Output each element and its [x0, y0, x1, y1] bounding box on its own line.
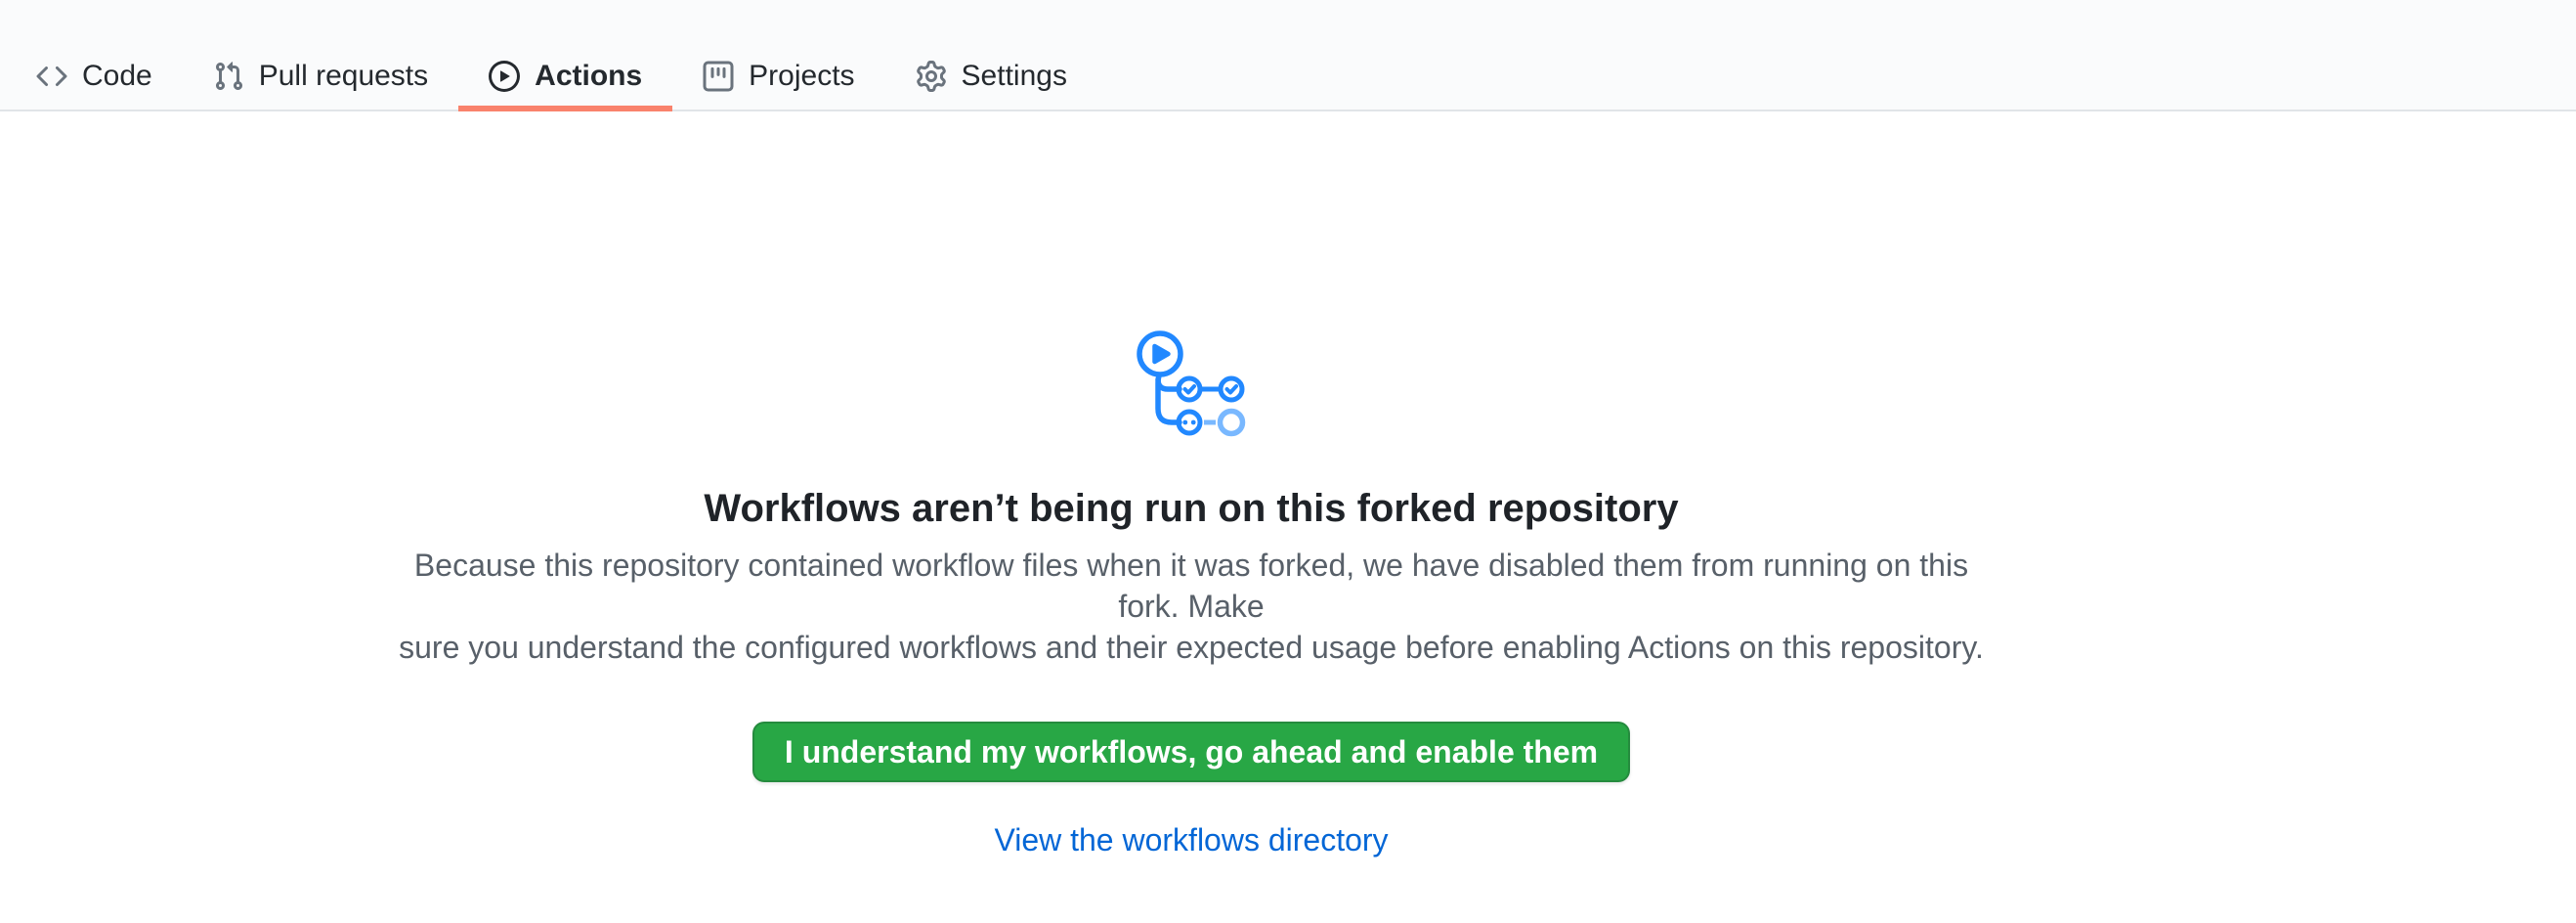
enable-button-row: I understand my workflows, go ahead and …: [0, 722, 2383, 782]
actions-blankslate: Workflows aren’t being run on this forke…: [0, 111, 2383, 860]
workflows-link-row: View the workflows directory: [0, 819, 2383, 860]
code-icon: [36, 61, 67, 92]
tab-actions[interactable]: Actions: [458, 0, 672, 111]
play-icon: [489, 61, 520, 92]
tab-settings[interactable]: Settings: [885, 0, 1097, 111]
tab-pull-requests-label: Pull requests: [259, 62, 428, 91]
gear-icon: [916, 61, 947, 92]
tab-actions-label: Actions: [535, 62, 642, 91]
workflow-graph-icon: [0, 329, 2383, 443]
tab-code[interactable]: Code: [6, 0, 183, 111]
enable-workflows-button[interactable]: I understand my workflows, go ahead and …: [752, 722, 1630, 782]
tab-settings-label: Settings: [962, 62, 1067, 91]
git-pull-request-icon: [213, 61, 244, 92]
blankslate-description: Because this repository contained workfl…: [380, 545, 2002, 668]
blankslate-title: Workflows aren’t being run on this forke…: [0, 484, 2383, 533]
view-workflows-directory-link[interactable]: View the workflows directory: [994, 819, 1388, 860]
description-line-2: sure you understand the configured workf…: [399, 630, 1984, 665]
repo-tab-nav: Code Pull requests Actions Projects Sett…: [0, 0, 2576, 111]
tab-code-label: Code: [82, 62, 152, 91]
main-content: Workflows aren’t being run on this forke…: [0, 111, 2576, 860]
description-line-1: Because this repository contained workfl…: [414, 548, 1968, 624]
tab-projects-label: Projects: [749, 62, 854, 91]
tab-projects[interactable]: Projects: [672, 0, 884, 111]
project-icon: [703, 61, 734, 92]
tab-pull-requests[interactable]: Pull requests: [183, 0, 458, 111]
